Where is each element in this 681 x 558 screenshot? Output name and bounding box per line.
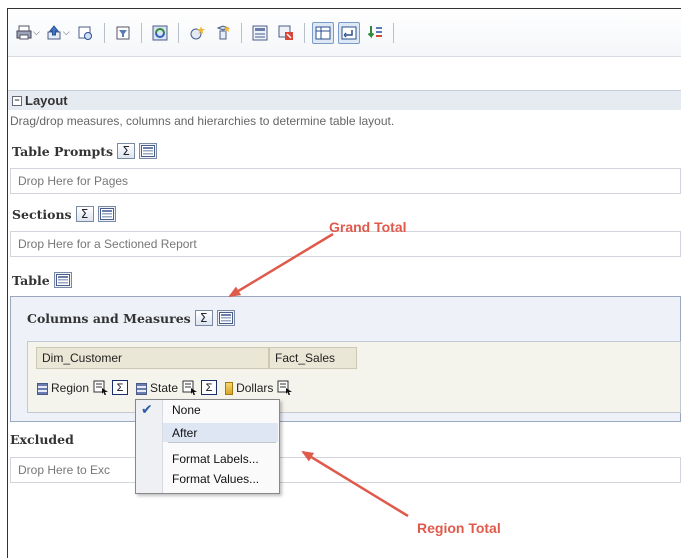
annotation-arrows (228, 232, 409, 518)
grand-total-arrow (228, 232, 334, 298)
region-total-arrow (301, 450, 409, 518)
